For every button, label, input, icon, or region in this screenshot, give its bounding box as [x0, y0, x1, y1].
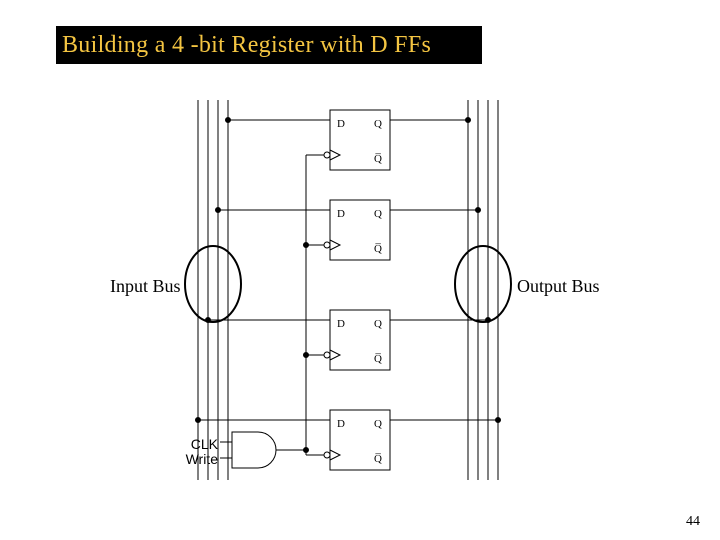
ff-qbar-label: Q̅ — [374, 153, 382, 165]
output-bus — [455, 100, 511, 480]
ff-qbar-label: Q̅ — [374, 243, 382, 255]
d-flipflop-3: D Q Q̅ — [324, 410, 390, 470]
ff-d-label: D — [337, 318, 345, 330]
d-flipflop-2: D Q Q̅ — [324, 310, 390, 370]
d-flipflop-0: D Q Q̅ — [324, 110, 390, 170]
input-bus — [185, 100, 241, 480]
ff-q-label: Q — [374, 208, 382, 220]
ff-q-label: Q — [374, 318, 382, 330]
input-taps — [196, 118, 331, 423]
ff-d-label: D — [337, 118, 345, 130]
ff-qbar-label: Q̅ — [374, 453, 382, 465]
ff-qbar-label: Q̅ — [374, 353, 382, 365]
ff-d-label: D — [337, 418, 345, 430]
d-flipflop-1: D Q Q̅ — [324, 200, 390, 260]
and-gate — [232, 432, 276, 468]
ff-q-label: Q — [374, 118, 382, 130]
circuit-diagram: D Q Q̅ D Q Q̅ D Q Q̅ D Q Q̅ — [0, 0, 720, 540]
output-taps — [390, 118, 501, 423]
clock-net — [276, 155, 324, 455]
ff-d-label: D — [337, 208, 345, 220]
ff-q-label: Q — [374, 418, 382, 430]
